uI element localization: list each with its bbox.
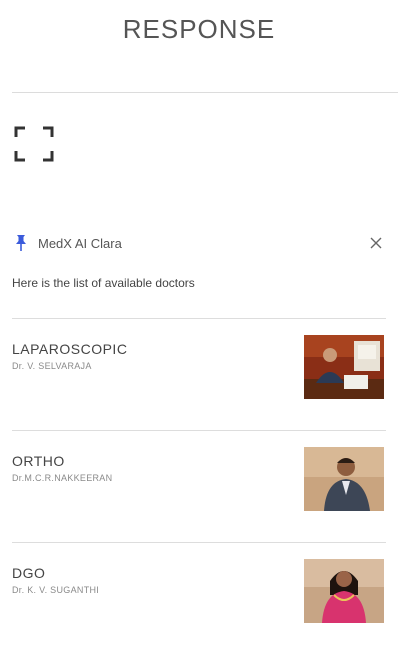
doctor-name: Dr. V. SELVARAJA (12, 361, 92, 371)
doctor-card[interactable]: ORTHO Dr.M.C.R.NAKKEERAN (12, 430, 386, 542)
doctor-photo[interactable] (304, 335, 384, 399)
doctor-photo[interactable] (304, 447, 384, 511)
doctor-specialty: ORTHO (12, 453, 65, 469)
doctor-list: LAPAROSCOPIC Dr. V. SELVARAJA ORTHO Dr.M… (12, 318, 386, 654)
title-divider (12, 92, 398, 93)
intro-message: Here is the list of available doctors (12, 276, 195, 290)
doctor-specialty: DGO (12, 565, 46, 581)
pin-icon (12, 233, 30, 253)
doctor-card[interactable]: DGO Dr. K. V. SUGANTHI (12, 542, 386, 654)
doctor-specialty: LAPAROSCOPIC (12, 341, 128, 357)
chat-header: MedX AI Clara (12, 232, 384, 254)
doctor-photo[interactable] (304, 559, 384, 623)
bot-name: MedX AI Clara (38, 235, 122, 251)
fullscreen-icon[interactable] (14, 126, 54, 162)
doctor-name: Dr.M.C.R.NAKKEERAN (12, 473, 113, 483)
page-title: RESPONSE (122, 14, 276, 44)
doctor-name: Dr. K. V. SUGANTHI (12, 585, 100, 595)
doctor-card[interactable]: LAPAROSCOPIC Dr. V. SELVARAJA (12, 318, 386, 430)
close-icon[interactable] (368, 235, 384, 251)
